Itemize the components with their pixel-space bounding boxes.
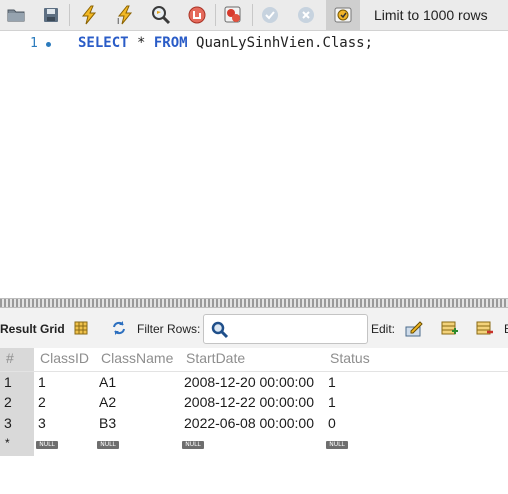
row-number-header: # — [6, 350, 14, 366]
refresh-icon[interactable] — [110, 319, 128, 337]
table-cell[interactable]: A2 — [99, 394, 116, 410]
commit-check-icon[interactable] — [259, 4, 281, 26]
null-badge[interactable]: NULL — [36, 441, 58, 449]
line-number: 1 — [30, 36, 38, 51]
search-icon — [211, 321, 229, 342]
keyword-from: FROM — [153, 35, 188, 51]
result-grid-tab[interactable]: Result Grid — [0, 322, 65, 336]
sql-editor-toolbar: I Limit to 1000 rows — [0, 0, 508, 31]
result-toolbar: Result Grid Filter Rows: Edit: E — [0, 308, 508, 349]
panel-splitter[interactable] — [0, 298, 508, 308]
save-icon[interactable] — [40, 4, 62, 26]
filter-rows-input[interactable] — [203, 314, 368, 344]
table-cell[interactable]: A1 — [99, 374, 116, 390]
new-row-marker[interactable]: * — [5, 435, 10, 451]
code-table-ref: QuanLySinhVien.Class; — [187, 35, 374, 51]
table-cell[interactable]: B3 — [99, 415, 116, 431]
execute-lightning-icon[interactable] — [78, 4, 100, 26]
grid-view-icon[interactable] — [72, 319, 90, 337]
row-number[interactable]: 2 — [4, 394, 12, 410]
open-folder-icon[interactable] — [5, 4, 27, 26]
table-cell[interactable]: 2008-12-22 00:00:00 — [184, 394, 314, 410]
filter-rows-label: Filter Rows: — [137, 322, 201, 336]
keyword-select: SELECT — [78, 35, 129, 51]
execute-current-lightning-icon[interactable]: I — [114, 4, 136, 26]
result-grid: # ClassID ClassName StartDate Status 1 1… — [0, 348, 508, 494]
table-cell[interactable]: 2022-06-08 00:00:00 — [184, 415, 314, 431]
code-star: * — [128, 35, 154, 51]
column-header-status[interactable]: Status — [330, 350, 370, 366]
statement-marker-icon — [46, 42, 51, 47]
table-cell[interactable]: 3 — [38, 415, 46, 431]
null-badge[interactable]: NULL — [97, 441, 119, 449]
table-cell[interactable]: 1 — [38, 374, 46, 390]
auto-commit-toggle-icon[interactable] — [332, 4, 354, 26]
row-number[interactable]: 1 — [4, 374, 12, 390]
delete-row-icon[interactable] — [476, 319, 494, 337]
rollback-cancel-icon[interactable] — [295, 4, 317, 26]
null-badge[interactable]: NULL — [326, 441, 348, 449]
svg-text:I: I — [117, 17, 119, 25]
limit-rows-select[interactable]: Limit to 1000 rows — [368, 5, 494, 25]
sql-statement[interactable]: SELECT * FROM QuanLySinhVien.Class; — [78, 35, 373, 51]
edit-label: Edit: — [371, 322, 396, 336]
explain-magnifier-icon[interactable] — [150, 4, 172, 26]
column-header-classname[interactable]: ClassName — [101, 350, 173, 366]
toggle-error-continue-icon[interactable] — [222, 4, 244, 26]
table-cell[interactable]: 1 — [328, 374, 336, 390]
row-number[interactable]: 3 — [4, 415, 12, 431]
table-cell[interactable]: 0 — [328, 415, 336, 431]
header-divider — [0, 371, 508, 372]
table-cell[interactable]: 1 — [328, 394, 336, 410]
stop-icon[interactable] — [186, 4, 208, 26]
edit-row-icon[interactable] — [405, 319, 423, 337]
null-badge[interactable]: NULL — [182, 441, 204, 449]
insert-row-icon[interactable] — [441, 319, 459, 337]
table-cell[interactable]: 2 — [38, 394, 46, 410]
table-cell[interactable]: 2008-12-20 00:00:00 — [184, 374, 314, 390]
sql-editor[interactable]: 1 SELECT * FROM QuanLySinhVien.Class; — [0, 31, 508, 298]
column-header-startdate[interactable]: StartDate — [186, 350, 245, 366]
column-header-classid[interactable]: ClassID — [40, 350, 89, 366]
more-overflow-icon[interactable]: E — [504, 322, 508, 336]
